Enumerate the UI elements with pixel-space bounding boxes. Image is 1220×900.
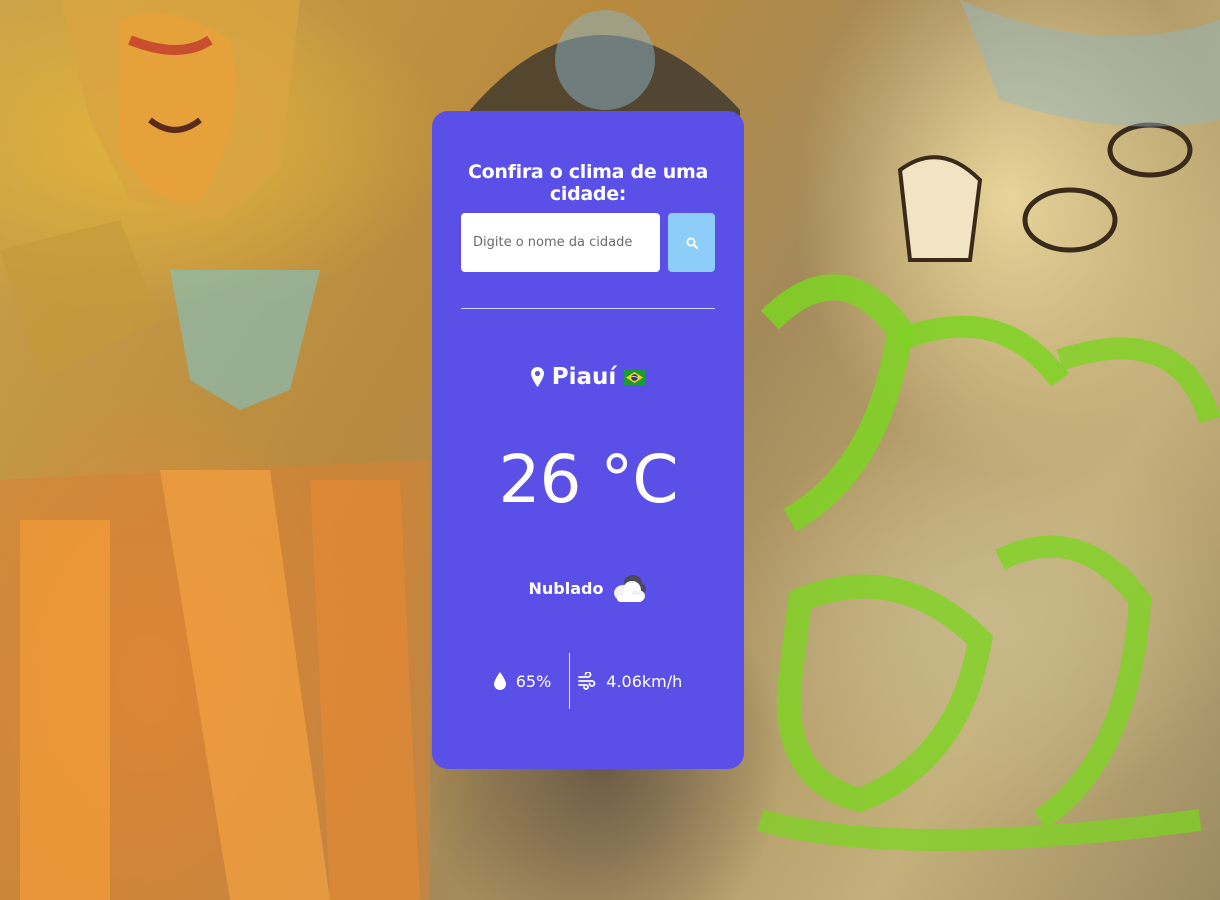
weather-card: Confira o clima de uma cidade: Piauí 26 … xyxy=(432,111,744,769)
stats-divider xyxy=(569,653,571,709)
condition-row: Nublado xyxy=(432,571,744,605)
droplet-icon xyxy=(493,672,506,690)
humidity-stat: 65% xyxy=(493,671,552,691)
city-name: Piauí xyxy=(551,364,617,390)
divider xyxy=(461,308,715,309)
wind-value: 4.06km/h xyxy=(606,671,683,691)
condition-text: Nublado xyxy=(528,578,604,598)
temperature: 26 °C xyxy=(498,441,678,518)
wind-icon xyxy=(578,672,596,690)
wind-stat: 4.06km/h xyxy=(578,672,682,691)
location-pin-icon xyxy=(530,367,544,387)
stats-row: 65% 4.06km/h xyxy=(432,653,744,709)
search-button[interactable] xyxy=(668,213,715,272)
city-search-input[interactable] xyxy=(461,213,660,272)
location-row: Piauí xyxy=(432,364,744,390)
card-title: Confira o clima de uma cidade: xyxy=(468,161,708,205)
search-icon xyxy=(686,237,698,249)
cloud-icon xyxy=(614,575,647,602)
humidity-value: 65% xyxy=(515,671,552,691)
brazil-flag-icon xyxy=(624,369,646,385)
